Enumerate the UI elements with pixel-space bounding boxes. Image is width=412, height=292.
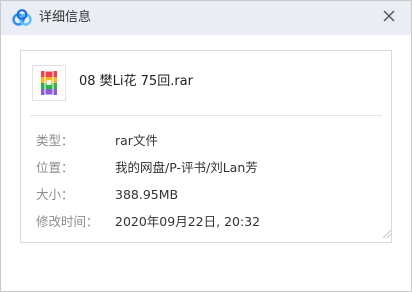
title-bar[interactable]: 详细信息 xyxy=(1,1,411,35)
close-icon[interactable] xyxy=(381,8,397,24)
modified-value: 2020年09月22日, 20:32 xyxy=(115,214,261,229)
divider xyxy=(30,115,382,116)
location-value[interactable]: 我的网盘/P-评书/刘Lan芳 xyxy=(115,158,258,178)
baidu-netdisk-logo-icon xyxy=(12,9,32,26)
detail-row-size: 大小： 388.95MB xyxy=(21,185,391,205)
file-name: 08 樊Li花 75回.rar xyxy=(79,74,193,89)
dialog-title: 详细信息 xyxy=(39,10,92,25)
file-header: 08 樊Li花 75回.rar xyxy=(21,51,391,113)
type-label: 类型： xyxy=(36,133,74,148)
details-dialog: 详细信息 08 樊Li花 75回.rar 类型： rar文件 位置： 我的网盘/… xyxy=(0,0,412,292)
rar-archive-icon xyxy=(32,65,66,101)
size-label: 大小： xyxy=(36,187,74,202)
resize-grip-icon[interactable] xyxy=(380,227,392,239)
file-details-panel: 08 樊Li花 75回.rar 类型： rar文件 位置： 我的网盘/P-评书/… xyxy=(20,50,392,243)
detail-row-modified: 修改时间： 2020年09月22日, 20:32 xyxy=(21,212,391,232)
detail-row-type: 类型： rar文件 xyxy=(21,131,391,151)
type-value: rar文件 xyxy=(115,133,158,148)
modified-label: 修改时间： xyxy=(36,214,99,229)
location-label: 位置： xyxy=(36,160,74,175)
size-value: 388.95MB xyxy=(115,187,179,202)
detail-row-location: 位置： 我的网盘/P-评书/刘Lan芳 xyxy=(21,158,391,178)
